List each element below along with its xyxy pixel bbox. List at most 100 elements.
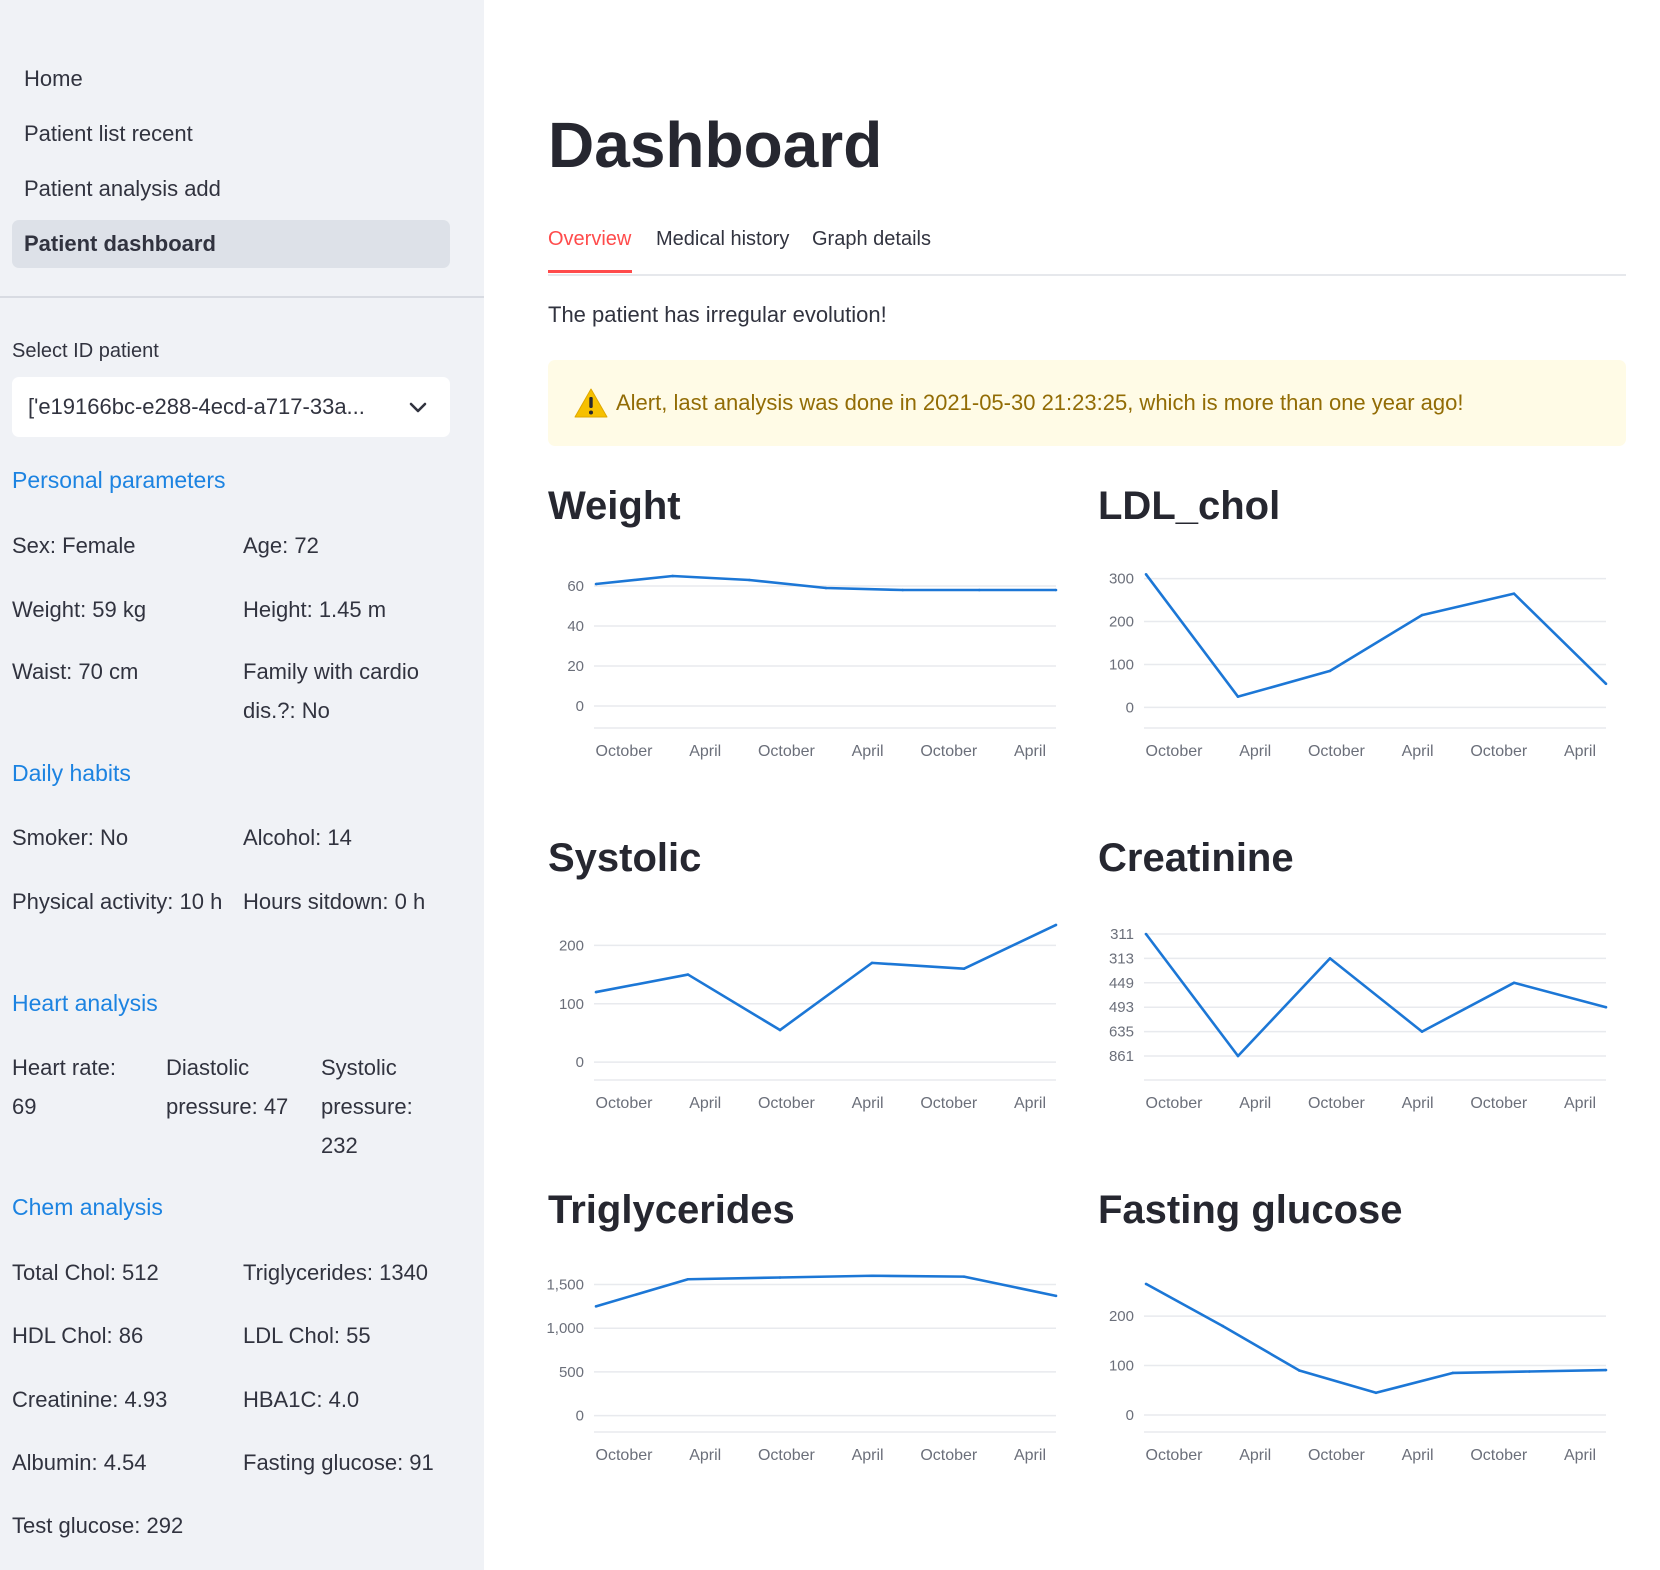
x-tick-label: October [1308,743,1366,760]
data-point [1512,981,1516,985]
series-line [1144,933,1607,1058]
data-point [1236,1054,1240,1058]
x-tick-label: October [1470,743,1528,760]
y-tick-label: 0 [576,698,584,715]
data-point [1054,923,1058,927]
data-point [1604,1368,1608,1372]
section-personal-parameters: Personal parameters [12,467,226,493]
x-tick-label: October [758,1447,816,1464]
x-tick-label: April [1564,1095,1596,1112]
chart-triglycerides: 0 500 1,000 1,500 October April October April Oc… [546,1274,1058,1464]
param-weight: Weight: 59 kg [12,597,147,622]
x-tick-label: April [1564,743,1596,760]
y-tick-label: 1,500 [546,1276,584,1293]
data-point [671,574,674,578]
x-tick-label: April [852,1095,884,1112]
data-point [594,990,598,994]
param-albumin: Albumin: 4.54 [12,1450,147,1475]
data-point [686,1277,690,1281]
y-tick-label: 493 [1109,999,1134,1016]
nav-patient-dashboard[interactable]: Patient dashboard [12,220,450,268]
param-smoker: Smoker: No [12,825,129,850]
data-point [870,961,874,965]
x-tick-label: April [1014,1095,1046,1112]
param-test-glucose: Test glucose: 292 [12,1513,184,1538]
series-line [1145,1282,1607,1395]
chevron-down-icon [409,402,427,413]
data-point [1512,592,1516,595]
nav-patient-list-recent[interactable]: Patient list recent [12,110,450,158]
x-tick-label: April [1014,1447,1046,1464]
main-content: Dashboard Overview Medical history Graph… [484,0,1660,1570]
y-tick-label: 449 [1109,975,1134,992]
x-tick-label: October [1308,1095,1366,1112]
x-tick-label: April [852,743,884,760]
data-point [778,1276,782,1279]
data-point [1054,588,1058,592]
section-chem-analysis: Chem analysis [12,1194,163,1220]
data-point [1144,932,1148,936]
y-tick-label: 200 [559,937,584,954]
data-point [1144,1282,1148,1286]
y-tick-label: 0 [576,1408,584,1425]
x-tick-label: October [1146,1095,1204,1112]
alert-text: Alert, last analysis was done in 2021-05… [616,390,1464,415]
x-tick-label: April [1402,743,1434,760]
sidebar: Home Patient list recent Patient analysi… [0,0,484,1570]
data-point [1054,1294,1058,1298]
data-point [594,582,598,586]
y-tick-label: 60 [567,578,584,595]
x-tick-label: October [596,743,654,760]
data-point [962,1275,966,1278]
y-tick-label: 635 [1109,1024,1134,1041]
tab-graph-details[interactable]: Graph details [812,228,931,251]
y-tick-label: 200 [1109,614,1134,631]
y-tick-label: 500 [559,1364,584,1381]
chart-title-fasting-glucose: Fasting glucose [1098,1188,1403,1232]
nav-patient-analysis-add[interactable]: Patient analysis add [12,165,450,213]
x-tick-label: October [1146,743,1204,760]
data-point [1420,613,1424,617]
x-tick-label: April [1402,1447,1434,1464]
param-hba1c: HBA1C: 4.0 [243,1387,360,1412]
data-point [1236,695,1240,698]
param-family-cardio: Family with cardio dis.?: No [243,659,420,723]
x-tick-label: April [689,1447,721,1464]
series-line [595,923,1057,1032]
x-tick-label: October [920,1095,978,1112]
patient-id-select-value: ['e19166bc-e288-4ecd-a717-33a... [28,394,365,419]
x-tick-label: October [596,1447,654,1464]
x-tick-label: October [1470,1095,1528,1112]
y-tick-label: 100 [1109,656,1134,673]
x-tick-label: April [1239,743,1271,760]
tab-overview[interactable]: Overview [548,228,631,251]
select-patient-label: Select ID patient [12,340,159,362]
section-heart-analysis: Heart analysis [12,990,158,1016]
y-tick-label: 1,000 [546,1320,584,1337]
x-tick-label: October [920,743,978,760]
x-tick-label: October [1470,1447,1528,1464]
chart-ldl-chol: 0 100 200 300 October April October April Octobe… [1109,571,1608,760]
chart-title-triglycerides: Triglycerides [548,1188,795,1232]
data-point [901,588,904,592]
data-point [1144,572,1148,576]
x-tick-label: April [1239,1095,1271,1112]
y-tick-label: 300 [1109,571,1134,588]
data-point [1328,957,1332,960]
param-hours-sitdown: Hours sitdown: 0 h [243,889,426,914]
param-ldl-chol: LDL Chol: 55 [243,1323,371,1348]
x-tick-label: October [1308,1447,1366,1464]
x-tick-label: October [1146,1447,1204,1464]
patient-id-select[interactable]: ['e19166bc-e288-4ecd-a717-33a... [12,377,450,437]
series-line [1144,573,1607,698]
sidebar-divider [0,296,484,298]
param-hdl-chol: HDL Chol: 86 [12,1323,144,1348]
data-point [824,586,828,590]
nav-home[interactable]: Home [12,55,450,103]
data-point [594,1305,598,1308]
y-tick-label: 100 [559,996,584,1013]
x-tick-label: April [852,1447,884,1464]
tab-medical-history[interactable]: Medical history [656,228,789,251]
data-point [1604,682,1608,686]
x-tick-label: October [920,1447,978,1464]
